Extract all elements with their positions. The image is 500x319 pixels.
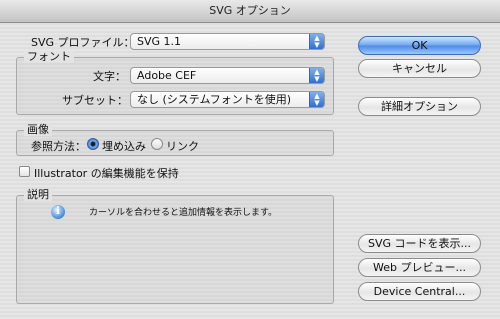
image-group-title: 画像 [24, 124, 52, 136]
web-preview-button[interactable]: Web プレビュー... [358, 258, 481, 277]
embed-radio[interactable] [87, 138, 99, 150]
ok-button[interactable]: OK [358, 36, 481, 55]
profile-select[interactable]: SVG 1.1 ▲ ▼ [130, 33, 325, 50]
updown-arrows-icon: ▲ ▼ [309, 34, 324, 49]
char-select[interactable]: Adobe CEF ▲ ▼ [130, 67, 325, 84]
updown-arrows-icon: ▲ ▼ [309, 92, 324, 107]
cancel-button[interactable]: キャンセル [358, 59, 481, 78]
window-title: SVG オプション [0, 0, 500, 23]
show-svg-code-button[interactable]: SVG コードを表示... [358, 234, 481, 253]
char-label: 文字： [93, 70, 126, 83]
device-central-button[interactable]: Device Central... [358, 282, 481, 301]
link-label[interactable]: リンク [166, 138, 199, 154]
advanced-options-button[interactable]: 詳細オプション [358, 97, 481, 116]
svg-options-dialog: SVG プロファイル： SVG 1.1 ▲ ▼ フォント 文字： Adobe CE… [0, 23, 500, 319]
reference-method-label: 参照方法： [31, 140, 86, 153]
preserve-editing-checkbox[interactable] [19, 166, 30, 177]
updown-arrows-icon: ▲ ▼ [309, 68, 324, 83]
profile-select-value: SVG 1.1 [137, 35, 182, 48]
info-icon: i [51, 205, 65, 219]
profile-label: SVG プロファイル： [31, 36, 135, 49]
description-title: 説明 [24, 189, 52, 201]
subset-label: サブセット： [62, 94, 128, 107]
font-group-title: フォント [24, 51, 74, 63]
preserve-editing-label[interactable]: Illustrator の編集機能を保持 [34, 165, 179, 181]
subset-select-value: なし (システムフォントを使用) [137, 93, 292, 106]
embed-label[interactable]: 埋め込み [102, 138, 146, 154]
subset-select[interactable]: なし (システムフォントを使用) ▲ ▼ [130, 91, 325, 108]
link-radio[interactable] [151, 138, 163, 150]
description-text: カーソルを合わせると追加情報を表示します。 [89, 208, 278, 218]
char-select-value: Adobe CEF [137, 69, 197, 82]
